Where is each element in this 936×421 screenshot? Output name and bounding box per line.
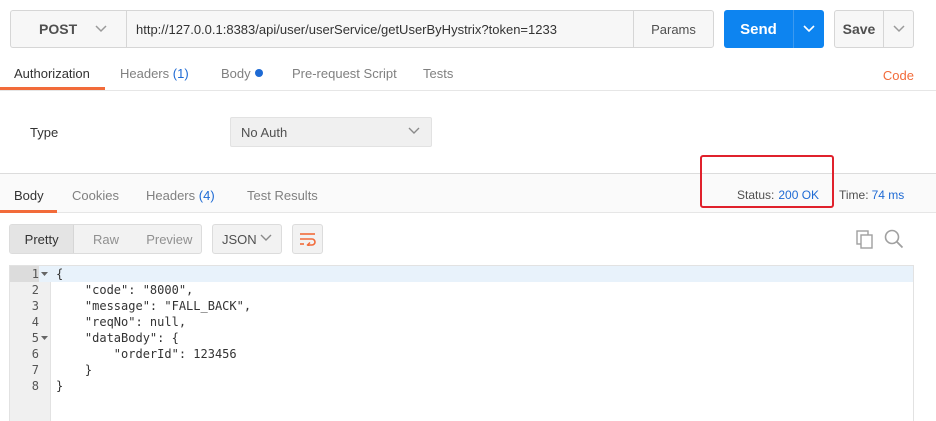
view-pretty[interactable]: Pretty xyxy=(10,225,75,253)
body-toolbar: Pretty Raw Preview JSON xyxy=(0,213,936,265)
tab-tests[interactable]: Tests xyxy=(423,66,453,81)
method-label: POST xyxy=(39,21,78,37)
wrap-lines-icon xyxy=(299,233,316,246)
headers-count: (1) xyxy=(172,66,189,81)
code-line: 5 "dataBody": { xyxy=(10,330,913,346)
save-button[interactable]: Save xyxy=(834,10,914,48)
line-number: 4 xyxy=(31,315,39,329)
auth-type-select[interactable]: No Auth xyxy=(230,117,432,147)
tab-headers-label: Headers xyxy=(120,66,170,81)
code-text: } xyxy=(56,363,93,377)
line-number: 3 xyxy=(31,299,39,313)
chevron-down-icon xyxy=(408,127,420,134)
format-select[interactable]: JSON xyxy=(212,224,282,254)
response-headers-count: (4) xyxy=(198,188,215,203)
tab-body-label: Body xyxy=(221,66,251,81)
view-raw[interactable]: Raw xyxy=(74,225,137,253)
line-number: 7 xyxy=(31,363,39,377)
chevron-down-icon xyxy=(893,25,905,33)
line-number: 8 xyxy=(31,379,39,393)
time-value: 74 ms xyxy=(871,188,905,202)
code-line: 7 } xyxy=(10,362,913,378)
code-line: 6 "orderId": 123456 xyxy=(10,346,913,362)
chevron-down-icon xyxy=(803,25,815,33)
view-mode-group: Pretty Raw Preview xyxy=(9,224,202,254)
line-number: 5 xyxy=(31,331,39,345)
response-time: Time: 74 ms xyxy=(839,188,904,202)
send-dropdown[interactable] xyxy=(793,10,824,48)
tab-test-results[interactable]: Test Results xyxy=(247,188,318,203)
save-label: Save xyxy=(842,21,876,37)
params-button[interactable]: Params xyxy=(633,10,714,48)
line-number: 1 xyxy=(10,266,39,282)
active-tab-indicator xyxy=(0,87,105,90)
code-text: "code": "8000", xyxy=(56,283,194,297)
copy-icon[interactable] xyxy=(856,230,874,249)
tab-authorization[interactable]: Authorization xyxy=(14,66,90,81)
url-input[interactable]: http://127.0.0.1:8383/api/user/userServi… xyxy=(126,10,634,48)
code-text: "orderId": 123456 xyxy=(56,347,237,361)
auth-type-value: No Auth xyxy=(241,124,288,140)
request-tabs: Authorization Headers (1) Body Pre-reque… xyxy=(0,60,936,91)
request-bar: POST http://127.0.0.1:8383/api/user/user… xyxy=(0,0,936,60)
chevron-down-icon xyxy=(95,25,107,33)
time-label: Time: xyxy=(839,188,869,202)
code-text: } xyxy=(56,379,64,393)
line-number: 2 xyxy=(31,283,39,297)
chevron-down-icon xyxy=(260,234,272,241)
response-body-editor[interactable]: 1 { 2 "code": "8000", 3 "message": "FALL… xyxy=(9,265,914,421)
fold-arrow-icon[interactable] xyxy=(41,272,48,277)
code-line: 1 { xyxy=(10,266,913,282)
line-number: 6 xyxy=(31,347,39,361)
code-link[interactable]: Code xyxy=(883,68,914,83)
code-text: "dataBody": { xyxy=(56,331,179,345)
status-highlight-box xyxy=(700,155,834,208)
code-line: 2 "code": "8000", xyxy=(10,282,913,298)
code-line: 8 } xyxy=(10,378,913,394)
tab-headers[interactable]: Headers (1) xyxy=(120,66,189,81)
tab-body[interactable]: Body xyxy=(221,66,263,81)
save-dropdown[interactable] xyxy=(883,11,914,47)
view-preview[interactable]: Preview xyxy=(138,225,201,253)
tab-cookies[interactable]: Cookies xyxy=(72,188,119,203)
tab-prerequest-script[interactable]: Pre-request Script xyxy=(292,66,397,81)
code-line: 4 "reqNo": null, xyxy=(10,314,913,330)
code-text: "reqNo": null, xyxy=(56,315,187,329)
tab-response-headers[interactable]: Headers (4) xyxy=(146,188,215,203)
fold-arrow-icon[interactable] xyxy=(41,336,48,341)
search-icon[interactable] xyxy=(884,229,904,249)
auth-type-label: Type xyxy=(30,125,59,140)
send-label: Send xyxy=(740,20,777,38)
code-text: { xyxy=(56,267,64,281)
tab-response-body[interactable]: Body xyxy=(14,188,44,203)
tab-response-headers-label: Headers xyxy=(146,188,196,203)
method-select[interactable]: POST xyxy=(10,10,126,48)
code-text: "message": "FALL_BACK", xyxy=(56,299,252,313)
body-modified-dot xyxy=(254,69,263,77)
format-value: JSON xyxy=(222,231,257,247)
code-line: 3 "message": "FALL_BACK", xyxy=(10,298,913,314)
send-button[interactable]: Send xyxy=(724,10,824,48)
wrap-lines-button[interactable] xyxy=(292,224,323,254)
